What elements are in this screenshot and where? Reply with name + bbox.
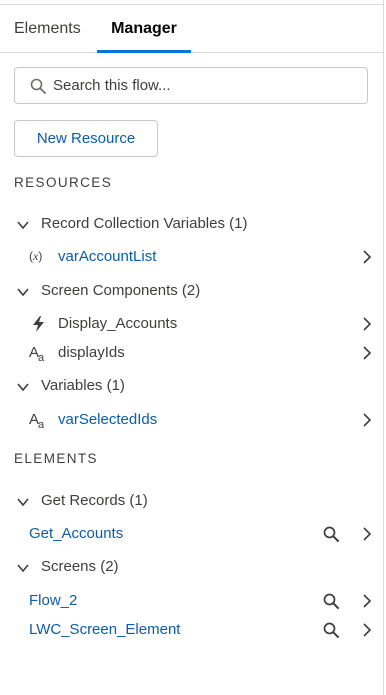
lightning-bolt-icon	[33, 316, 44, 332]
chevron-right-icon[interactable]	[361, 527, 373, 541]
group-label: Screens (2)	[41, 558, 119, 575]
group-label: Variables (1)	[41, 377, 125, 394]
search-box[interactable]	[14, 67, 368, 104]
manager-panel: Elements Manager New Resource RESOURCES …	[0, 0, 384, 695]
element-item-get-accounts[interactable]: Get_Accounts	[0, 520, 383, 548]
chevron-right-icon[interactable]	[361, 250, 373, 264]
search-icon	[30, 78, 46, 94]
resource-item-label: displayIds	[58, 344, 125, 361]
group-label: Record Collection Variables (1)	[41, 215, 248, 232]
group-label: Get Records (1)	[41, 492, 148, 509]
group-record-collection-variables[interactable]: Record Collection Variables (1)	[0, 210, 383, 238]
element-item-flow-2[interactable]: Flow_2	[0, 587, 383, 615]
chevron-right-icon[interactable]	[361, 413, 373, 427]
resource-item-varaccountlist[interactable]: (x) varAccountList	[0, 243, 383, 271]
chevron-right-icon[interactable]	[361, 317, 373, 331]
element-item-lwc-screen-element[interactable]: LWC_Screen_Element	[0, 616, 383, 644]
chevron-right-icon[interactable]	[361, 594, 373, 608]
tab-elements[interactable]: Elements	[14, 5, 81, 52]
chevron-down-icon	[17, 498, 29, 507]
resource-item-label: Display_Accounts	[58, 315, 178, 332]
elements-heading: ELEMENTS	[14, 451, 98, 466]
group-label: Screen Components (2)	[41, 282, 201, 299]
chevron-down-icon	[17, 383, 29, 392]
search-icon[interactable]	[323, 526, 339, 542]
chevron-down-icon	[17, 288, 29, 297]
element-item-label[interactable]: Get_Accounts	[29, 520, 123, 548]
group-screen-components[interactable]: Screen Components (2)	[0, 277, 383, 305]
search-icon[interactable]	[323, 622, 339, 638]
resource-item-label[interactable]: varAccountList	[58, 243, 156, 271]
new-resource-button[interactable]: New Resource	[14, 120, 158, 157]
tab-manager[interactable]: Manager	[97, 5, 191, 53]
resources-heading: RESOURCES	[14, 175, 113, 190]
variable-icon: (x)	[29, 249, 43, 263]
group-screens[interactable]: Screens (2)	[0, 553, 383, 581]
element-item-label[interactable]: Flow_2	[29, 587, 77, 615]
resource-item-display-accounts[interactable]: Display_Accounts	[0, 310, 383, 338]
tab-bar: Elements Manager	[0, 5, 383, 53]
chevron-down-icon	[17, 221, 29, 230]
group-get-records[interactable]: Get Records (1)	[0, 487, 383, 515]
search-icon[interactable]	[323, 593, 339, 609]
resource-item-label[interactable]: varSelectedIds	[58, 406, 157, 434]
search-input[interactable]	[53, 68, 353, 103]
resource-item-displayids[interactable]: Aa displayIds	[0, 339, 383, 367]
text-format-icon: Aa	[29, 344, 45, 364]
chevron-right-icon[interactable]	[361, 623, 373, 637]
chevron-right-icon[interactable]	[361, 346, 373, 360]
group-variables[interactable]: Variables (1)	[0, 372, 383, 400]
chevron-down-icon	[17, 564, 29, 573]
resource-item-varselectedids[interactable]: Aa varSelectedIds	[0, 406, 383, 434]
element-item-label[interactable]: LWC_Screen_Element	[29, 616, 180, 644]
text-format-icon: Aa	[29, 411, 45, 431]
